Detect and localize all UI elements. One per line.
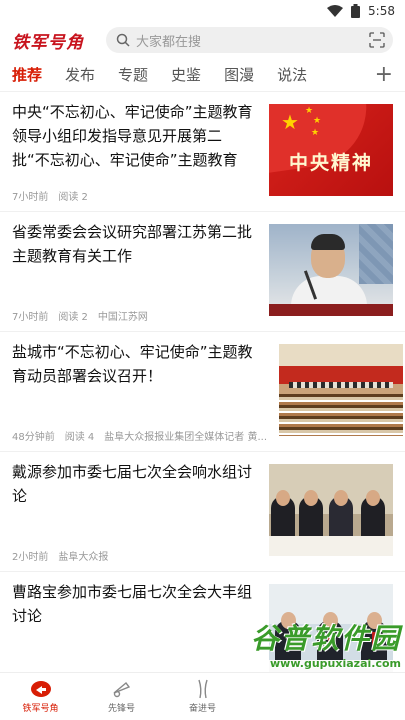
news-feed: 中央“不忘初心、牢记使命”主题教育领导小组印发指导意见开展第二批“不忘初心、牢记… xyxy=(0,92,405,672)
bottom-navigation: 铁军号角 先锋号 奋进号 xyxy=(0,672,405,720)
nav-item-4[interactable] xyxy=(243,673,324,720)
article-reads: 阅读 2 xyxy=(58,312,88,323)
article-meta: 7小时前 阅读 2 中国江苏网 xyxy=(12,308,257,323)
thumbnail-caption: 中央精神 xyxy=(288,152,373,174)
list-item[interactable]: 戴源参加市委七届七次全会响水组讨论 2小时前 盐阜大众报 xyxy=(0,452,405,572)
top-bar: 铁军号角 大家都在搜 xyxy=(0,22,405,58)
article-time: 2小时前 xyxy=(12,552,49,563)
article-meta: 7小时前 阅读 2 xyxy=(12,188,257,203)
article-time: 7小时前 xyxy=(12,192,49,203)
article-source: 盐阜大众报报业集团全媒体记者 黄... xyxy=(104,432,267,443)
article-title: 盐城市“不忘初心、牢记使命”主题教育动员部署会议召开！ xyxy=(12,343,253,385)
scan-icon[interactable] xyxy=(369,32,385,48)
nav-label: 先锋号 xyxy=(107,704,135,714)
tab-publish[interactable]: 发布 xyxy=(65,64,95,85)
tab-history[interactable]: 史鉴 xyxy=(171,64,201,85)
article-reads: 阅读 2 xyxy=(58,192,88,203)
article-title: 戴源参加市委七届七次全会响水组讨论 xyxy=(12,463,253,505)
article-reads: 阅读 4 xyxy=(64,432,95,443)
article-time: 7小时前 xyxy=(12,312,49,323)
battery-icon xyxy=(351,4,361,18)
nav-item-5[interactable] xyxy=(324,673,405,720)
search-bar[interactable]: 大家都在搜 xyxy=(106,27,393,53)
tab-comics[interactable]: 图漫 xyxy=(224,64,254,85)
list-item[interactable]: 中央“不忘初心、牢记使命”主题教育领导小组印发指导意见开展第二批“不忘初心、牢记… xyxy=(0,92,405,212)
nav-item-pioneer[interactable]: 先锋号 xyxy=(81,673,162,720)
tab-law[interactable]: 说法 xyxy=(277,64,307,85)
article-title: 曹路宝参加市委七届七次全会大丰组讨论 xyxy=(12,583,253,625)
article-thumbnail xyxy=(269,464,393,556)
article-title: 中央“不忘初心、牢记使命”主题教育领导小组印发指导意见开展第二批“不忘初心、牢记… xyxy=(12,103,253,169)
tab-topics[interactable]: 专题 xyxy=(118,64,148,85)
article-source: 中国江苏网 xyxy=(97,312,148,323)
nav-label: 奋进号 xyxy=(188,704,216,714)
nav-item-home[interactable]: 铁军号角 xyxy=(0,673,81,720)
list-item[interactable]: 省委常委会会议研究部署江苏第二批主题教育有关工作 7小时前 阅读 2 中国江苏网 xyxy=(0,212,405,332)
app-logo[interactable]: 铁军号角 xyxy=(12,28,94,53)
trumpet-icon xyxy=(111,679,133,699)
status-bar: 5:58 xyxy=(0,0,405,22)
nav-label: 铁军号角 xyxy=(22,704,59,714)
wifi-icon xyxy=(327,5,344,17)
category-tabs: 推荐 发布 专题 史鉴 图漫 说法 + xyxy=(0,58,405,92)
search-placeholder: 大家都在搜 xyxy=(136,34,202,50)
tab-recommend[interactable]: 推荐 xyxy=(12,64,42,85)
article-thumbnail: ★ ★ ★ ★ 中央精神 xyxy=(269,104,393,196)
list-item[interactable]: 曹路宝参加市委七届七次全会大丰组讨论 xyxy=(0,572,405,672)
nav-item-forward[interactable]: 奋进号 xyxy=(162,673,243,720)
list-item[interactable]: 盐城市“不忘初心、牢记使命”主题教育动员部署会议召开！ 48分钟前 阅读 4 盐… xyxy=(0,332,405,452)
article-time: 48分钟前 xyxy=(12,432,55,443)
horn-icon xyxy=(30,679,52,699)
article-meta: 48分钟前 阅读 4 盐阜大众报报业集团全媒体记者 黄... xyxy=(12,428,267,443)
road-icon xyxy=(192,679,214,699)
status-time: 5:58 xyxy=(368,4,395,18)
search-icon xyxy=(116,33,130,47)
article-thumbnail xyxy=(269,224,393,316)
article-thumbnail xyxy=(269,584,393,672)
article-title: 省委常委会会议研究部署江苏第二批主题教育有关工作 xyxy=(12,223,253,265)
article-meta: 2小时前 盐阜大众报 xyxy=(12,548,257,563)
article-source: 盐阜大众报 xyxy=(58,552,109,563)
article-thumbnail xyxy=(279,344,403,436)
add-tab-icon[interactable]: + xyxy=(375,63,393,86)
